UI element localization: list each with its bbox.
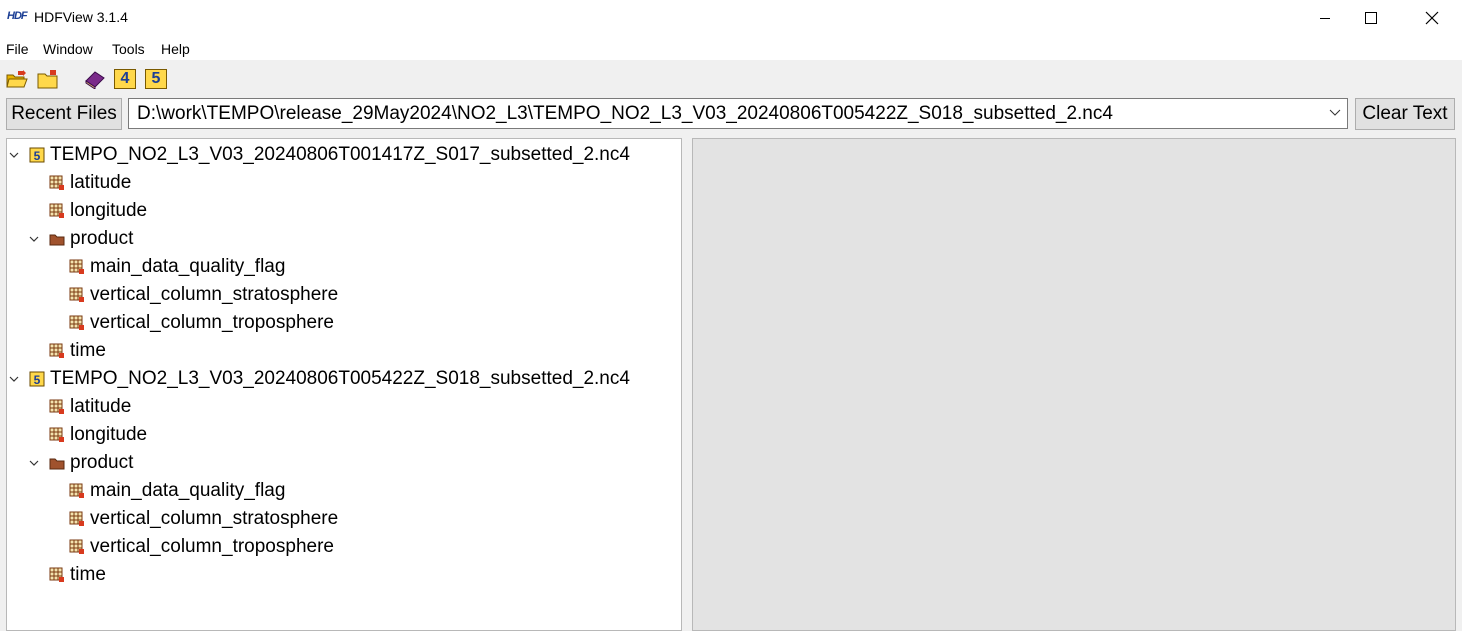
close-button[interactable] xyxy=(1409,0,1455,36)
tree-node-label: latitude xyxy=(70,396,132,417)
tree-node-label: main_data_quality_flag xyxy=(90,480,286,501)
recent-files-button[interactable]: Recent Files xyxy=(6,98,122,130)
dataset-icon xyxy=(69,259,84,274)
tree-node-label: latitude xyxy=(70,172,132,193)
dataset-icon xyxy=(69,539,84,554)
dataset-icon xyxy=(49,175,64,190)
recent-files-combo[interactable]: D:\work\TEMPO\release_29May2024\NO2_L3\T… xyxy=(128,98,1348,129)
chevron-down-icon[interactable] xyxy=(7,150,21,160)
tree-node-label: product xyxy=(70,228,134,249)
tree-dataset-node[interactable]: vertical_column_troposphere xyxy=(69,309,334,337)
tree-dataset-node[interactable]: latitude xyxy=(49,393,131,421)
help-book-icon[interactable] xyxy=(84,69,106,89)
open-folder-icon[interactable] xyxy=(37,69,59,89)
tree-node-label: TEMPO_NO2_L3_V03_20240806T001417Z_S017_s… xyxy=(50,144,630,165)
dataset-icon xyxy=(49,567,64,582)
tree-file-node[interactable]: 5 TEMPO_NO2_L3_V03_20240806T005422Z_S018_… xyxy=(7,365,630,393)
svg-text:5: 5 xyxy=(34,149,41,163)
tree-node-label: longitude xyxy=(70,200,148,221)
tree-dataset-node[interactable]: latitude xyxy=(49,169,131,197)
chevron-down-icon[interactable] xyxy=(1329,109,1341,117)
dataset-icon xyxy=(49,343,64,358)
tree-dataset-node[interactable]: longitude xyxy=(49,421,147,449)
title-bar: HDF HDFView 3.1.4 xyxy=(0,0,1462,36)
dataset-icon xyxy=(49,399,64,414)
maximize-button[interactable] xyxy=(1348,0,1394,36)
tree-node-label: TEMPO_NO2_L3_V03_20240806T005422Z_S018_s… xyxy=(50,368,630,389)
file-tree-panel: 5 TEMPO_NO2_L3_V03_20240806T001417Z_S017_… xyxy=(6,138,682,631)
tree-node-label: time xyxy=(70,564,106,585)
tree-node-label: vertical_column_troposphere xyxy=(90,536,334,557)
tree-dataset-node[interactable]: main_data_quality_flag xyxy=(69,477,285,505)
hdf5-library-icon[interactable]: 5 xyxy=(145,69,167,89)
tree-dataset-node[interactable]: main_data_quality_flag xyxy=(69,253,285,281)
svg-text:5: 5 xyxy=(34,373,41,387)
dataset-icon xyxy=(69,287,84,302)
tree-node-label: longitude xyxy=(70,424,148,445)
open-file-icon[interactable] xyxy=(6,69,28,89)
hdf4-library-icon[interactable]: 4 xyxy=(114,69,136,89)
dataset-icon xyxy=(69,511,84,526)
folder-icon xyxy=(49,458,65,470)
tree-node-label: product xyxy=(70,452,134,473)
dataset-icon xyxy=(69,483,84,498)
tree-dataset-node[interactable]: vertical_column_troposphere xyxy=(69,533,334,561)
folder-icon xyxy=(49,234,65,246)
hdf5-file-icon: 5 xyxy=(29,371,45,387)
chevron-down-icon[interactable] xyxy=(27,458,41,468)
menu-help[interactable]: Help xyxy=(161,41,190,57)
tree-node-label: vertical_column_troposphere xyxy=(90,312,334,333)
window-title: HDFView 3.1.4 xyxy=(34,9,128,25)
minimize-icon xyxy=(1320,18,1330,19)
clear-text-button[interactable]: Clear Text xyxy=(1355,98,1455,130)
tree-dataset-node[interactable]: vertical_column_stratosphere xyxy=(69,505,338,533)
tree-node-label: time xyxy=(70,340,106,361)
tree-dataset-node[interactable]: time xyxy=(49,337,106,365)
chevron-down-icon[interactable] xyxy=(27,234,41,244)
tree-file-node[interactable]: 5 TEMPO_NO2_L3_V03_20240806T001417Z_S017_… xyxy=(7,141,630,169)
content-panel xyxy=(692,138,1456,631)
recent-file-path: D:\work\TEMPO\release_29May2024\NO2_L3\T… xyxy=(137,103,1113,124)
tree-group-node[interactable]: product xyxy=(27,225,133,253)
tree-node-label: main_data_quality_flag xyxy=(90,256,286,277)
minimize-button[interactable] xyxy=(1302,0,1348,36)
maximize-icon xyxy=(1365,12,1377,24)
menu-window[interactable]: Window xyxy=(43,41,93,57)
menu-file[interactable]: File xyxy=(6,41,29,57)
tree-dataset-node[interactable]: time xyxy=(49,561,106,589)
menu-bar: File Window Tools Help xyxy=(0,36,1462,60)
tree-group-node[interactable]: product xyxy=(27,449,133,477)
tree-node-label: vertical_column_stratosphere xyxy=(90,284,339,305)
chevron-down-icon[interactable] xyxy=(7,374,21,384)
toolbar: 4 5 xyxy=(0,60,1462,96)
close-icon xyxy=(1425,11,1439,25)
dataset-icon xyxy=(69,315,84,330)
dataset-icon xyxy=(49,427,64,442)
hdf5-file-icon: 5 xyxy=(29,147,45,163)
hdf-logo-icon: HDF xyxy=(7,10,28,22)
menu-tools[interactable]: Tools xyxy=(112,41,145,57)
dataset-icon xyxy=(49,203,64,218)
tree-dataset-node[interactable]: vertical_column_stratosphere xyxy=(69,281,338,309)
tree-node-label: vertical_column_stratosphere xyxy=(90,508,339,529)
tree-dataset-node[interactable]: longitude xyxy=(49,197,147,225)
